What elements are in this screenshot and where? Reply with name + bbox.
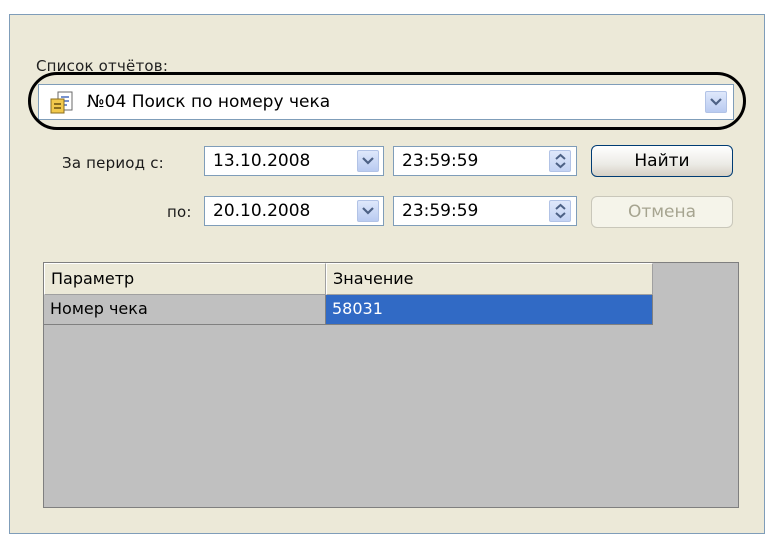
table-row[interactable]: Номер чека 58031 — [44, 295, 653, 325]
chevron-down-icon — [362, 157, 374, 165]
to-date-picker[interactable]: 20.10.2008 — [204, 196, 384, 226]
spin-arrows-icon — [555, 203, 566, 219]
cancel-button[interactable]: Отмена — [591, 196, 733, 228]
from-date-dropdown-button[interactable] — [357, 150, 379, 172]
report-list-label: Список отчётов: — [36, 57, 169, 75]
param-value-cell[interactable]: 58031 — [326, 295, 653, 325]
period-from-label: За период с: — [62, 154, 164, 172]
from-date-picker[interactable]: 13.10.2008 — [204, 146, 384, 176]
report-dropdown-button[interactable] — [705, 91, 727, 113]
report-select[interactable]: №04 Поиск по номеру чека — [38, 84, 734, 120]
report-icon — [49, 90, 75, 116]
to-time-input[interactable]: 23:59:59 — [393, 196, 577, 226]
from-time-input[interactable]: 23:59:59 — [393, 146, 577, 176]
to-date-value: 20.10.2008 — [213, 201, 311, 221]
parameters-grid: Параметр Значение Номер чека 58031 — [43, 262, 739, 508]
from-time-value: 23:59:59 — [402, 151, 479, 171]
chevron-down-icon — [710, 98, 722, 106]
column-header-parameter[interactable]: Параметр — [44, 263, 326, 295]
spin-arrows-icon — [555, 153, 566, 169]
to-date-dropdown-button[interactable] — [357, 200, 379, 222]
from-time-spinner[interactable] — [549, 150, 571, 172]
column-header-value[interactable]: Значение — [326, 263, 653, 295]
period-to-label: по: — [167, 203, 192, 221]
from-date-value: 13.10.2008 — [213, 151, 311, 171]
to-time-value: 23:59:59 — [402, 201, 479, 221]
find-button[interactable]: Найти — [591, 145, 733, 177]
grid-header: Параметр Значение — [44, 263, 653, 295]
param-name-cell[interactable]: Номер чека — [44, 295, 326, 325]
to-time-spinner[interactable] — [549, 200, 571, 222]
selected-report: №04 Поиск по номеру чека — [87, 92, 331, 112]
chevron-down-icon — [362, 207, 374, 215]
